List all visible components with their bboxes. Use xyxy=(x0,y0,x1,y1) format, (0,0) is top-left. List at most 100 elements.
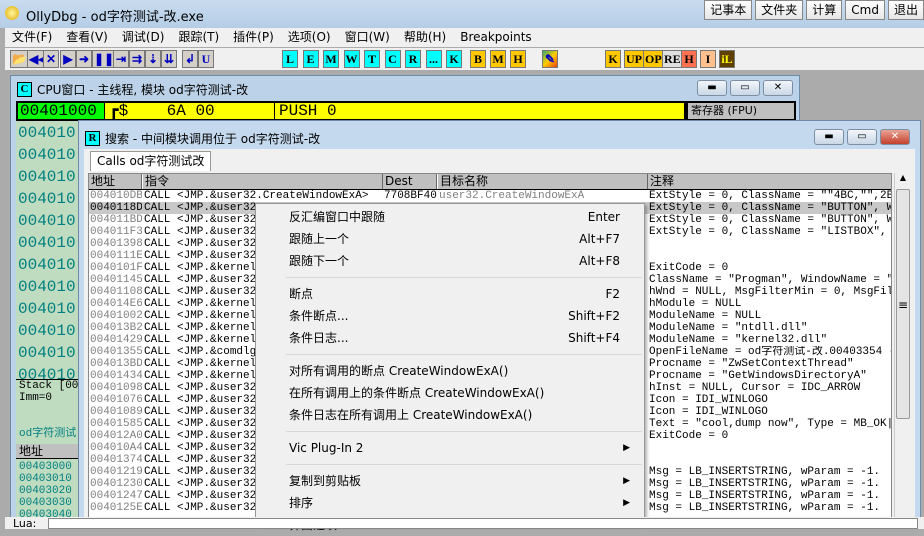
window-c-button[interactable]: C xyxy=(384,50,401,68)
menu-item[interactable]: 文件(F) xyxy=(5,28,59,47)
context-menu-item[interactable]: 对所有调用的断点 CreateWindowExA() xyxy=(256,360,644,382)
menu-item-label: 条件日志在所有调用上 CreateWindowExA() xyxy=(289,408,533,422)
app-icon xyxy=(5,6,19,20)
table-row[interactable]: 004010DB CALL <JMP.&user32.CreateWindowEx… xyxy=(89,190,891,202)
context-menu-item[interactable]: 排序 ▶ xyxy=(256,492,644,514)
minimize-button[interactable]: ▬ xyxy=(697,80,727,96)
current-instruction-row[interactable]: 00401000 ┏$ 6A 00 PUSH 0 xyxy=(16,101,686,121)
quick-button[interactable]: 文件夹 xyxy=(755,0,804,20)
window-h-button[interactable]: H xyxy=(510,50,526,68)
column-header[interactable]: 地址 xyxy=(89,174,142,189)
cell-target-name: user32.CreateWindowExA xyxy=(439,190,585,202)
plugin-re-button[interactable]: RE xyxy=(662,50,683,68)
plugin-icon[interactable]: ✎ xyxy=(542,50,558,68)
menu-item-label: 断点 xyxy=(289,287,314,301)
quick-button[interactable]: 退出 xyxy=(887,0,924,20)
cell-address: 0040118D xyxy=(90,202,142,214)
disasm-address[interactable]: 004010 xyxy=(18,144,76,166)
disasm-address[interactable]: 004010 xyxy=(18,342,76,364)
dump-address[interactable]: 00403020 xyxy=(19,485,72,497)
window-r-button[interactable]: R xyxy=(405,50,421,68)
trace-into-icon[interactable]: ⇣ xyxy=(145,50,161,68)
window-e-button[interactable]: E xyxy=(302,50,319,68)
run-icon[interactable]: ▶ xyxy=(60,50,76,68)
step-over-icon[interactable]: ⇉ xyxy=(129,50,145,68)
disasm-address[interactable]: 004010 xyxy=(18,232,76,254)
disasm-address[interactable]: 004010 xyxy=(18,210,76,232)
context-menu-item[interactable]: 在所有调用上的条件断点 CreateWindowExA() xyxy=(256,382,644,404)
menu-item[interactable]: 跟踪(T) xyxy=(171,28,226,47)
window-k-button[interactable]: K xyxy=(446,50,462,68)
registers-header[interactable]: 寄存器 (FPU) xyxy=(686,101,796,121)
step-into-icon[interactable]: ⇥ xyxy=(113,50,129,68)
plugin-up-button[interactable]: UP xyxy=(624,50,644,68)
dump-header[interactable]: 地址 xyxy=(16,444,86,459)
vertical-scrollbar[interactable]: ▲ ≡ xyxy=(894,173,911,524)
context-menu-item[interactable]: 反汇编窗口中跟随 Enter xyxy=(256,206,644,228)
lua-input[interactable] xyxy=(48,518,918,529)
plugin-h-button[interactable]: H xyxy=(681,50,697,68)
context-menu-item[interactable]: 跟随下一个 Alt+F8 xyxy=(256,250,644,272)
context-menu-item[interactable]: 复制到剪贴板 ▶ xyxy=(256,470,644,492)
go-to-user-icon[interactable]: U xyxy=(198,50,214,68)
disasm-address[interactable]: 004010 xyxy=(18,298,76,320)
maximize-button[interactable]: ▭ xyxy=(730,80,760,96)
dump-address[interactable]: 00403030 xyxy=(19,497,72,509)
dump-address[interactable]: 00403010 xyxy=(19,473,72,485)
window-t-button[interactable]: T xyxy=(364,50,380,68)
minimize-button[interactable]: ▬ xyxy=(814,129,844,145)
column-header[interactable]: Dest xyxy=(383,174,437,189)
context-menu-item[interactable]: 条件断点... Shift+F2 xyxy=(256,305,644,327)
close-button[interactable]: ✕ xyxy=(763,80,793,96)
dump-address[interactable]: 00403000 xyxy=(19,461,72,473)
context-menu-item[interactable]: 条件日志... Shift+F4 xyxy=(256,327,644,349)
cell-comment: hWnd = NULL, MsgFilterMin = 0, MsgFilter… xyxy=(649,286,891,298)
context-menu-item[interactable]: 断点 F2 xyxy=(256,283,644,305)
plugin-il-button[interactable]: iL xyxy=(719,50,735,68)
quick-button[interactable]: 计算 xyxy=(806,0,843,20)
cell-address: 00401098 xyxy=(90,382,142,394)
cell-comment: ExitCode = 0 xyxy=(649,430,729,442)
window-m-button[interactable]: M xyxy=(490,50,506,68)
plugin-op-button[interactable]: OP xyxy=(643,50,664,68)
step-icon[interactable]: ➜ xyxy=(76,50,92,68)
window-w-button[interactable]: W xyxy=(343,50,360,68)
menu-item[interactable]: Breakpoints xyxy=(453,28,538,47)
plugin-k-button[interactable]: K xyxy=(605,50,621,68)
tab-calls[interactable]: Calls od字符测试改 xyxy=(90,151,212,171)
menu-item[interactable]: 插件(P) xyxy=(226,28,281,47)
disasm-address[interactable]: 004010 xyxy=(18,276,76,298)
context-menu-item[interactable]: 跟随上一个 Alt+F7 xyxy=(256,228,644,250)
disasm-address[interactable]: 004010 xyxy=(18,320,76,342)
maximize-button[interactable]: ▭ xyxy=(847,129,877,145)
quick-button[interactable]: Cmd xyxy=(845,0,885,20)
menu-item[interactable]: 查看(V) xyxy=(59,28,115,47)
window-b-button[interactable]: B xyxy=(470,50,486,68)
menu-item[interactable]: 选项(O) xyxy=(281,28,338,47)
disasm-address[interactable]: 004010 xyxy=(18,188,76,210)
context-menu-item[interactable]: Vic Plug-In 2 ▶ xyxy=(256,437,644,459)
column-header[interactable]: 注释 xyxy=(648,174,891,189)
cell-address: 00401374 xyxy=(90,454,142,466)
status-bar: Lua: xyxy=(5,517,924,530)
menu-item[interactable]: 窗口(W) xyxy=(338,28,397,47)
close-button[interactable]: ✕ xyxy=(880,129,910,145)
execute-till-return-icon[interactable]: ↲ xyxy=(182,50,198,68)
menu-item[interactable]: 帮助(H) xyxy=(397,28,453,47)
disasm-address[interactable]: 004010 xyxy=(18,166,76,188)
menu-item[interactable]: 调试(D) xyxy=(115,28,172,47)
plugin-i-button[interactable]: I xyxy=(700,50,716,68)
trace-over-icon[interactable]: ⇊ xyxy=(161,50,177,68)
column-header[interactable]: 目标名称 xyxy=(438,174,648,189)
disasm-address[interactable]: 004010 xyxy=(18,254,76,276)
context-menu-item[interactable]: 条件日志在所有调用上 CreateWindowExA() xyxy=(256,404,644,426)
quick-button[interactable]: 记事本 xyxy=(704,0,753,20)
disasm-address[interactable]: 004010 xyxy=(18,122,76,144)
window-more-button[interactable]: ... xyxy=(425,50,442,68)
window-m-button[interactable]: M xyxy=(323,50,339,68)
column-header[interactable]: 指令 xyxy=(143,174,383,189)
menu-separator xyxy=(286,354,642,355)
window-l-button[interactable]: L xyxy=(282,50,298,68)
close-program-icon[interactable]: ✕ xyxy=(43,50,59,68)
menu-separator xyxy=(286,277,642,278)
